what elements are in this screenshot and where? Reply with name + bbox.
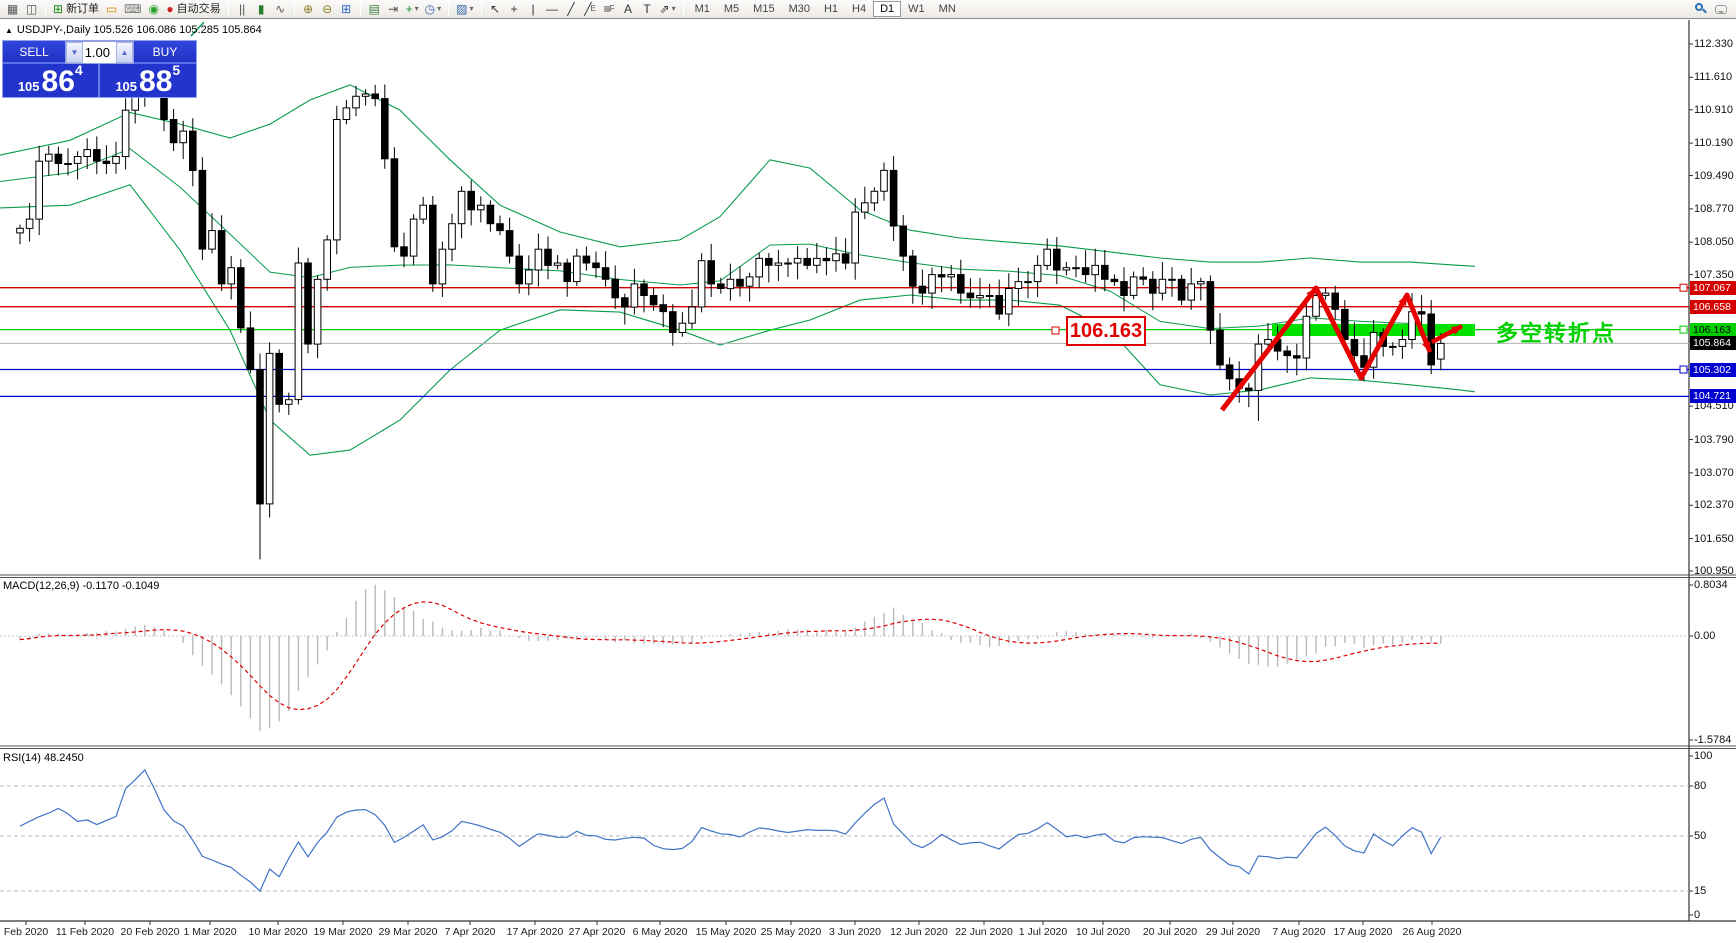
indicator-axis-label: 0 xyxy=(1694,909,1700,921)
candles-group xyxy=(17,45,1444,560)
buy-quote[interactable]: 105 88 5 xyxy=(100,64,197,97)
date-label[interactable]: 3 Jun 2020 xyxy=(829,926,881,938)
price-tick-label: 100.950 xyxy=(1694,565,1734,577)
date-label[interactable]: 7 Apr 2020 xyxy=(445,926,496,938)
date-label[interactable]: 1 Jul 2020 xyxy=(1019,926,1067,938)
indicator-axis-label: 0.00 xyxy=(1694,630,1715,642)
date-label[interactable]: 29 Jul 2020 xyxy=(1206,926,1260,938)
pivot-note-text: 多空转折点 xyxy=(1496,316,1616,348)
hline-handle[interactable] xyxy=(1680,366,1687,373)
volume-stepper: ▼ 1.00 ▲ xyxy=(65,41,134,64)
mt4-window: ▦◫⊞新订单▭⌨◉●自动交易||▮∿⊕⊖⊞▤⇥+▾◷▾▨▾↖+|—╱╱E≡FAT… xyxy=(0,0,1736,943)
date-label[interactable]: 27 Apr 2020 xyxy=(569,926,626,938)
date-label[interactable]: Feb 2020 xyxy=(4,926,48,938)
date-label[interactable]: 10 Jul 2020 xyxy=(1076,926,1130,938)
symbol-ohlc-text: USDJPY-,Daily 105.526 106.086 105.285 10… xyxy=(17,24,262,36)
rsi-line xyxy=(20,770,1441,891)
collapse-triangle-icon[interactable]: ▲ xyxy=(5,26,13,35)
date-label[interactable]: 29 Mar 2020 xyxy=(379,926,438,938)
price-badge-104.721: 104.721 xyxy=(1690,389,1736,403)
date-label[interactable]: 17 Aug 2020 xyxy=(1334,926,1393,938)
price-badge-106.658: 106.658 xyxy=(1690,300,1736,314)
date-label[interactable]: 7 Aug 2020 xyxy=(1272,926,1325,938)
price-tick-label: 109.490 xyxy=(1694,170,1734,182)
price-badge-106.163: 106.163 xyxy=(1690,323,1736,337)
date-label[interactable]: 20 Jul 2020 xyxy=(1143,926,1197,938)
price-tick-label: 110.190 xyxy=(1694,137,1733,149)
indicator-axis-label: 80 xyxy=(1694,780,1706,792)
price-tick-label: 101.650 xyxy=(1694,533,1734,545)
date-label[interactable]: 25 May 2020 xyxy=(761,926,822,938)
date-label[interactable]: 12 Jun 2020 xyxy=(890,926,948,938)
date-label[interactable]: 6 May 2020 xyxy=(633,926,688,938)
price-badge-105.302: 105.302 xyxy=(1690,363,1736,377)
date-label[interactable]: 11 Feb 2020 xyxy=(56,926,114,938)
one-click-trading-panel: SELL ▼ 1.00 ▲ BUY 105 86 4 105 88 5 xyxy=(2,40,197,98)
price-tick-label: 108.050 xyxy=(1694,236,1734,248)
macd-label: MACD(12,26,9) -0.1170 -0.1049 xyxy=(3,580,159,592)
date-label[interactable]: 22 Jun 2020 xyxy=(955,926,1013,938)
date-label[interactable]: 26 Aug 2020 xyxy=(1403,926,1462,938)
indicator-axis-label: 50 xyxy=(1694,830,1706,842)
date-label[interactable]: 17 Apr 2020 xyxy=(507,926,564,938)
hline-handle[interactable] xyxy=(1680,326,1687,333)
price-tick-label: 107.350 xyxy=(1694,269,1734,281)
date-label[interactable]: 10 Mar 2020 xyxy=(249,926,308,938)
price-badge-107.067: 107.067 xyxy=(1690,281,1736,295)
date-label[interactable]: 19 Mar 2020 xyxy=(314,926,373,938)
sell-button[interactable]: SELL xyxy=(3,41,65,64)
volume-up-button[interactable]: ▲ xyxy=(116,42,133,63)
macd-signal-line xyxy=(20,602,1441,710)
date-label[interactable]: 20 Feb 2020 xyxy=(121,926,180,938)
price-tick-label: 112.330 xyxy=(1694,38,1733,50)
candlestick-chart-canvas[interactable] xyxy=(0,0,1736,943)
callout-handle[interactable] xyxy=(1052,327,1059,334)
sell-quote[interactable]: 105 86 4 xyxy=(3,64,100,97)
rsi-label: RSI(14) 48.2450 xyxy=(3,752,84,764)
price-tick-label: 111.610 xyxy=(1694,71,1732,83)
price-tick-label: 102.370 xyxy=(1694,499,1734,511)
date-label[interactable]: 15 May 2020 xyxy=(696,926,757,938)
price-badge-105.864: 105.864 xyxy=(1690,336,1736,350)
price-level-callout[interactable]: 106.163 xyxy=(1066,316,1146,346)
volume-input[interactable]: 1.00 xyxy=(83,42,116,63)
price-tick-label: 110.910 xyxy=(1694,104,1733,116)
volume-down-button[interactable]: ▼ xyxy=(66,42,83,63)
price-tick-label: 103.790 xyxy=(1694,434,1734,446)
indicator-axis-label: -1.5784 xyxy=(1694,734,1731,746)
date-label[interactable]: 1 Mar 2020 xyxy=(183,926,236,938)
buy-button[interactable]: BUY xyxy=(134,41,196,64)
indicator-axis-label: 15 xyxy=(1694,885,1706,897)
price-tick-label: 103.070 xyxy=(1694,467,1734,479)
hline-handle[interactable] xyxy=(1680,284,1687,291)
indicator-axis-label: 100 xyxy=(1694,750,1712,762)
indicator-axis-label: 0.8034 xyxy=(1694,579,1728,591)
chart-title: ▲ USDJPY-,Daily 105.526 106.086 105.285 1… xyxy=(5,24,262,36)
price-tick-label: 108.770 xyxy=(1694,203,1734,215)
